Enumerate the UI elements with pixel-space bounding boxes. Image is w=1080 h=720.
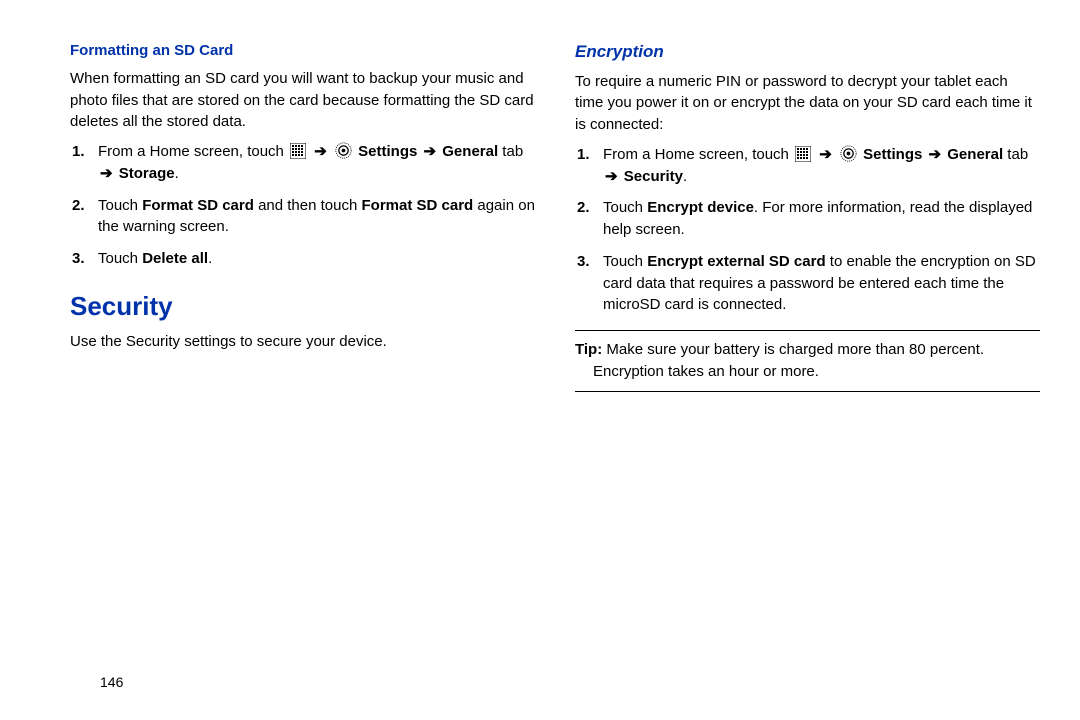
settings-gear-icon [840,145,857,162]
settings-label: Settings [863,146,926,163]
tab-text: tab [498,143,523,160]
apps-grid-icon [290,143,306,159]
period: . [208,250,212,267]
heading-formatting-sd: Formatting an SD Card [70,40,535,62]
page-number: 146 [100,674,123,690]
tip-text-a: Make sure your battery is charged more t… [602,341,984,358]
general-label: General [947,146,1003,163]
arrow-icon: ➔ [927,146,944,163]
format-sd-label: Format SD card [142,197,254,214]
formatting-step-1: From a Home screen, touch ➔ Settings ➔ G… [92,141,535,185]
encrypt-device-label: Encrypt device [647,199,754,216]
text: Touch [603,199,647,216]
text: and then touch [254,197,362,214]
settings-label: Settings [358,143,421,160]
storage-label: Storage [119,165,175,182]
settings-gear-icon [335,142,352,159]
general-label: General [442,143,498,160]
tip-text-b: Encryption takes an hour or more. [575,361,1040,383]
right-column: Encryption To require a numeric PIN or p… [575,40,1040,392]
tip-block: Tip: Make sure your battery is charged m… [575,330,1040,392]
heading-encryption: Encryption [575,40,1040,65]
text: Touch [98,197,142,214]
security-label: Security [624,168,683,185]
encryption-paragraph: To require a numeric PIN or password to … [575,71,1040,136]
format-sd-label: Format SD card [362,197,474,214]
two-column-layout: Formatting an SD Card When formatting an… [70,40,1040,392]
tab-text: tab [1003,146,1028,163]
encryption-step-1: From a Home screen, touch ➔ Settings ➔ G… [597,144,1040,188]
heading-security: Security [70,288,535,326]
formatting-paragraph: When formatting an SD card you will want… [70,68,535,133]
encryption-step-3: Touch Encrypt external SD card to enable… [597,251,1040,316]
encryption-step-2: Touch Encrypt device. For more informati… [597,197,1040,241]
encryption-steps: From a Home screen, touch ➔ Settings ➔ G… [575,144,1040,316]
arrow-icon: ➔ [98,165,115,182]
security-paragraph: Use the Security settings to secure your… [70,331,535,353]
arrow-icon: ➔ [817,146,834,163]
step1-text: From a Home screen, touch [98,143,288,160]
period: . [175,165,179,182]
step1-text: From a Home screen, touch [603,146,793,163]
apps-grid-icon [795,146,811,162]
arrow-icon: ➔ [422,143,439,160]
text: Touch [98,250,142,267]
arrow-icon: ➔ [312,143,329,160]
text: Touch [603,253,647,270]
formatting-steps: From a Home screen, touch ➔ Settings ➔ G… [70,141,535,270]
formatting-step-3: Touch Delete all. [92,248,535,270]
formatting-step-2: Touch Format SD card and then touch Form… [92,195,535,239]
left-column: Formatting an SD Card When formatting an… [70,40,535,392]
encrypt-external-sd-label: Encrypt external SD card [647,253,825,270]
delete-all-label: Delete all [142,250,208,267]
period: . [683,168,687,185]
tip-label: Tip: [575,341,602,358]
arrow-icon: ➔ [603,168,620,185]
